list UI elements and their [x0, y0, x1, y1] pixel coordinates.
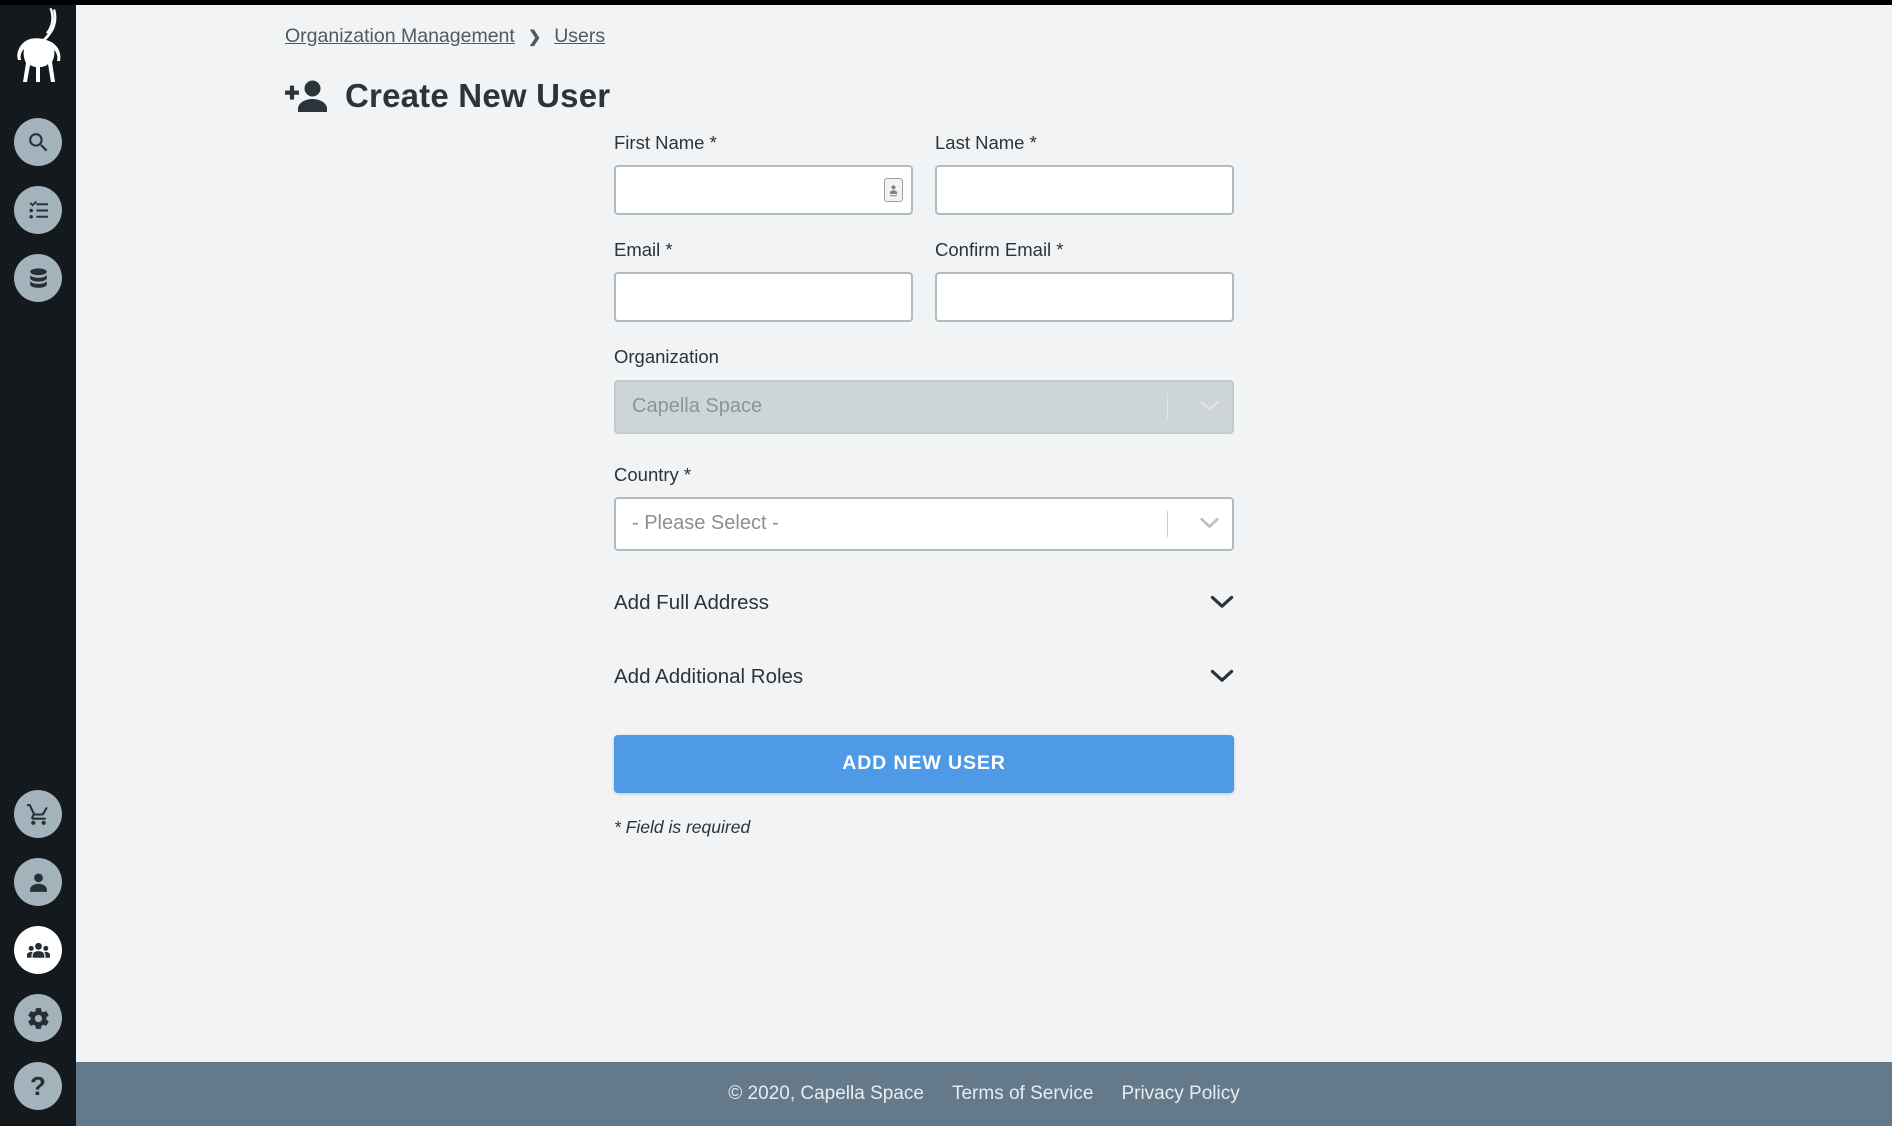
tasking-list-icon[interactable] — [14, 186, 62, 234]
email-label: Email * — [614, 239, 673, 261]
main-content: Organization Management ❯ Users Create N… — [76, 5, 1892, 1062]
organization-label: Organization — [614, 346, 719, 368]
sidebar-nav-top — [0, 118, 76, 322]
cart-icon[interactable] — [14, 790, 62, 838]
first-name-label: First Name * — [614, 132, 717, 153]
breadcrumb-parent-link[interactable]: Organization Management — [285, 25, 515, 48]
database-icon[interactable] — [14, 254, 62, 302]
country-selected-value: - Please Select - — [632, 512, 779, 535]
required-field-note: * Field is required — [614, 816, 751, 837]
gear-icon[interactable] — [14, 994, 62, 1042]
chevron-down-icon[interactable] — [1210, 595, 1234, 610]
add-new-user-button[interactable]: ADD NEW USER — [614, 734, 1234, 793]
help-question-icon[interactable]: ? — [14, 1062, 62, 1110]
country-label: Country * — [614, 463, 692, 485]
first-name-field-group: First Name * — [614, 132, 913, 216]
accordion-add-additional-roles[interactable]: Add Additional Roles — [614, 655, 1234, 699]
chevron-down-icon[interactable] — [1210, 669, 1234, 684]
select-divider — [1167, 510, 1168, 537]
organization-selected-value: Capella Space — [632, 395, 763, 418]
chevron-down-icon[interactable] — [1186, 517, 1232, 530]
organization-field-group: Organization Capella Space — [614, 346, 1234, 434]
create-user-form: First Name * Last Name * Email * Confirm… — [614, 132, 1234, 838]
breadcrumb-current-link[interactable]: Users — [554, 25, 605, 48]
accordion-add-full-address[interactable]: Add Full Address — [614, 581, 1234, 625]
user-icon[interactable] — [14, 858, 62, 906]
sidebar: ? — [0, 0, 76, 1126]
confirm-email-label: Confirm Email * — [935, 239, 1064, 261]
email-field-group: Email * — [614, 239, 913, 323]
last-name-field-group: Last Name * — [935, 132, 1234, 216]
breadcrumb: Organization Management ❯ Users — [285, 25, 605, 48]
accordion-label: Add Full Address — [614, 590, 769, 614]
country-field-group: Country * - Please Select - — [614, 464, 1234, 551]
search-icon[interactable] — [14, 118, 62, 166]
select-divider — [1167, 393, 1168, 420]
last-name-input[interactable] — [935, 165, 1234, 216]
footer-copyright: © 2020, Capella Space — [728, 1083, 924, 1104]
page-title: Create New User — [345, 77, 611, 114]
footer: © 2020, Capella Space Terms of Service P… — [76, 1062, 1892, 1126]
country-select[interactable]: - Please Select - — [614, 496, 1234, 551]
users-group-icon[interactable] — [14, 926, 62, 974]
top-black-strip — [0, 0, 1892, 5]
name-row: First Name * Last Name * — [614, 132, 1234, 216]
capella-ibex-logo[interactable] — [6, 6, 68, 90]
breadcrumb-separator-icon: ❯ — [527, 28, 542, 46]
sidebar-nav-bottom: ? — [0, 790, 76, 1126]
email-input[interactable] — [614, 272, 913, 323]
footer-terms-of-service-link[interactable]: Terms of Service — [952, 1083, 1093, 1105]
confirm-email-field-group: Confirm Email * — [935, 239, 1234, 323]
autofill-contact-icon[interactable] — [884, 178, 903, 203]
footer-privacy-policy-link[interactable]: Privacy Policy — [1121, 1083, 1239, 1105]
first-name-input[interactable] — [614, 165, 913, 216]
accordion-label: Add Additional Roles — [614, 664, 804, 688]
page-title-row: Create New User — [285, 77, 610, 115]
email-row: Email * Confirm Email * — [614, 239, 1234, 323]
last-name-label: Last Name * — [935, 132, 1037, 153]
organization-select: Capella Space — [614, 379, 1234, 434]
chevron-down-icon — [1186, 400, 1232, 413]
confirm-email-input[interactable] — [935, 272, 1234, 323]
add-user-icon — [285, 79, 327, 113]
app-window: ? Organization Management ❯ Users Create… — [0, 0, 1892, 1126]
